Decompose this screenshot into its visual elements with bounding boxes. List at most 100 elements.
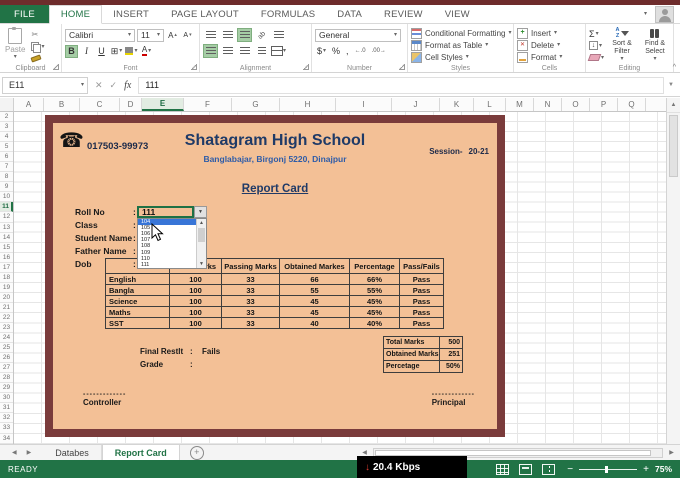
bottom-align-button[interactable] [237, 28, 252, 42]
row-header[interactable]: 16 [0, 253, 13, 263]
ribbon-tab[interactable]: DATA [326, 5, 373, 23]
row-header[interactable]: 15 [0, 243, 13, 253]
ribbon-options-caret-icon[interactable]: ▾ [644, 11, 647, 17]
row-header[interactable]: 4 [0, 132, 13, 143]
row-header[interactable]: 30 [0, 393, 13, 404]
column-header[interactable]: I [336, 98, 392, 111]
row-header[interactable]: 34 [0, 434, 13, 444]
roll-no-cell[interactable]: 111 [137, 206, 194, 218]
paste-button[interactable]: Paste ▾ [3, 27, 27, 63]
column-header[interactable]: E [142, 98, 184, 111]
column-header[interactable]: L [474, 98, 506, 111]
row-header[interactable]: 11 [0, 202, 13, 213]
shrink-font-button[interactable]: A ▾ [181, 29, 194, 42]
column-header[interactable]: H [280, 98, 336, 111]
align-center-button[interactable] [220, 44, 235, 58]
format-cells-button[interactable]: Format ▾ [517, 51, 582, 63]
column-header[interactable]: O [562, 98, 590, 111]
row-header[interactable]: 22 [0, 313, 13, 323]
row-header[interactable]: 5 [0, 142, 13, 153]
merge-center-button[interactable]: ▾ [271, 44, 286, 58]
row-header[interactable]: 21 [0, 303, 13, 313]
ribbon-tab[interactable]: VIEW [434, 5, 481, 23]
font-size-select[interactable]: 11 ▾ [137, 28, 164, 42]
ribbon-tab[interactable]: REVIEW [373, 5, 434, 23]
row-header[interactable]: 10 [0, 192, 13, 203]
zoom-slider-thumb[interactable] [605, 465, 609, 473]
new-sheet-icon[interactable]: + [189, 445, 204, 460]
insert-cells-button[interactable]: Insert▾ [517, 27, 582, 39]
row-header[interactable]: 28 [0, 373, 13, 384]
grow-font-button[interactable]: A ▴ [166, 29, 179, 42]
column-header[interactable]: K [440, 98, 474, 111]
zoom-in-icon[interactable]: + [643, 464, 649, 475]
format-as-table-button[interactable]: Format as Table ▾ [411, 39, 510, 51]
align-left-button[interactable] [203, 44, 218, 58]
delete-cells-button[interactable]: Delete▾ [517, 39, 582, 51]
column-header[interactable]: J [392, 98, 440, 111]
enter-check-icon[interactable]: ✓ [110, 80, 118, 91]
row-header[interactable]: 9 [0, 182, 13, 193]
ribbon-tab[interactable]: FILE [0, 5, 49, 23]
column-header[interactable]: M [506, 98, 534, 111]
cut-button[interactable]: ✂ [31, 30, 44, 39]
percent-style-button[interactable]: % [330, 46, 342, 56]
font-dialog-launcher-icon[interactable] [191, 64, 197, 70]
user-avatar-icon[interactable] [655, 5, 674, 23]
dropdown-scroll-up-icon[interactable]: ▲ [197, 219, 206, 227]
copy-button[interactable]: ▾ [31, 42, 44, 53]
conditional-formatting-button[interactable]: Conditional Formatting ▾ [411, 27, 512, 39]
increase-decimal-button[interactable]: ←.0 [353, 48, 368, 54]
zoom-level[interactable]: 75% [655, 464, 672, 474]
wrap-text-button[interactable] [271, 28, 286, 42]
ribbon-tab[interactable]: INSERT [102, 5, 160, 23]
alignment-dialog-launcher-icon[interactable] [303, 64, 309, 70]
row-header[interactable]: 7 [0, 162, 13, 173]
column-header[interactable]: D [120, 98, 142, 111]
row-header[interactable]: 2 [0, 112, 13, 123]
row-header[interactable]: 17 [0, 263, 13, 273]
number-format-select[interactable]: General ▾ [315, 28, 401, 42]
number-dialog-launcher-icon[interactable] [399, 64, 405, 70]
font-color-button[interactable]: A ▾ [140, 45, 153, 58]
align-right-button[interactable] [237, 44, 252, 58]
dropdown-option[interactable]: 111 [138, 262, 196, 268]
sort-filter-button[interactable]: AZ Sort & Filter ▾ [607, 27, 637, 63]
hscroll-thumb[interactable] [375, 449, 652, 456]
fill-button[interactable]: ↓ ▾ [589, 40, 604, 51]
column-header[interactable]: B [44, 98, 80, 111]
row-header[interactable]: 32 [0, 413, 13, 424]
column-header[interactable]: F [184, 98, 232, 111]
column-header[interactable]: A [14, 98, 44, 111]
row-header[interactable]: 8 [0, 172, 13, 183]
decrease-indent-button[interactable] [254, 44, 269, 58]
row-header[interactable]: 14 [0, 233, 13, 243]
row-header[interactable]: 23 [0, 323, 13, 334]
insert-function-icon[interactable]: fx [124, 80, 131, 91]
clipboard-dialog-launcher-icon[interactable] [53, 64, 59, 70]
vertical-scroll-thumb[interactable] [669, 115, 678, 177]
zoom-slider[interactable] [579, 465, 638, 473]
dropdown-scroll-thumb[interactable] [198, 228, 205, 242]
scroll-up-icon[interactable]: ▲ [667, 98, 680, 113]
find-select-button[interactable]: Find & Select ▾ [640, 27, 670, 63]
autosum-button[interactable]: Σ ▾ [589, 28, 604, 39]
column-header[interactable]: N [534, 98, 562, 111]
row-header[interactable]: 18 [0, 273, 13, 283]
ribbon-tab[interactable]: FORMULAS [250, 5, 326, 23]
italic-button[interactable]: I [80, 45, 93, 58]
middle-align-button[interactable] [220, 28, 235, 42]
comma-style-button[interactable]: , [344, 46, 351, 56]
accounting-format-button[interactable]: $ ▾ [315, 46, 328, 56]
cancel-icon[interactable]: ✕ [95, 80, 103, 91]
row-header[interactable]: 20 [0, 293, 13, 303]
top-align-button[interactable] [203, 28, 218, 42]
column-header[interactable]: C [80, 98, 120, 111]
format-painter-button[interactable] [30, 54, 44, 63]
formula-bar-expand-icon[interactable]: ▼ [664, 82, 678, 88]
formula-input[interactable]: 111 [138, 76, 664, 94]
worksheet[interactable]: 2 3 4 5 6 7 8 9 10 11 12 13 14 15 16 17 18 19 20 21 22 23 24 25… [0, 112, 666, 444]
normal-view-icon[interactable] [496, 463, 510, 475]
page-layout-view-icon[interactable] [519, 463, 533, 475]
sheet-tab-databes[interactable]: Databes [43, 445, 102, 460]
